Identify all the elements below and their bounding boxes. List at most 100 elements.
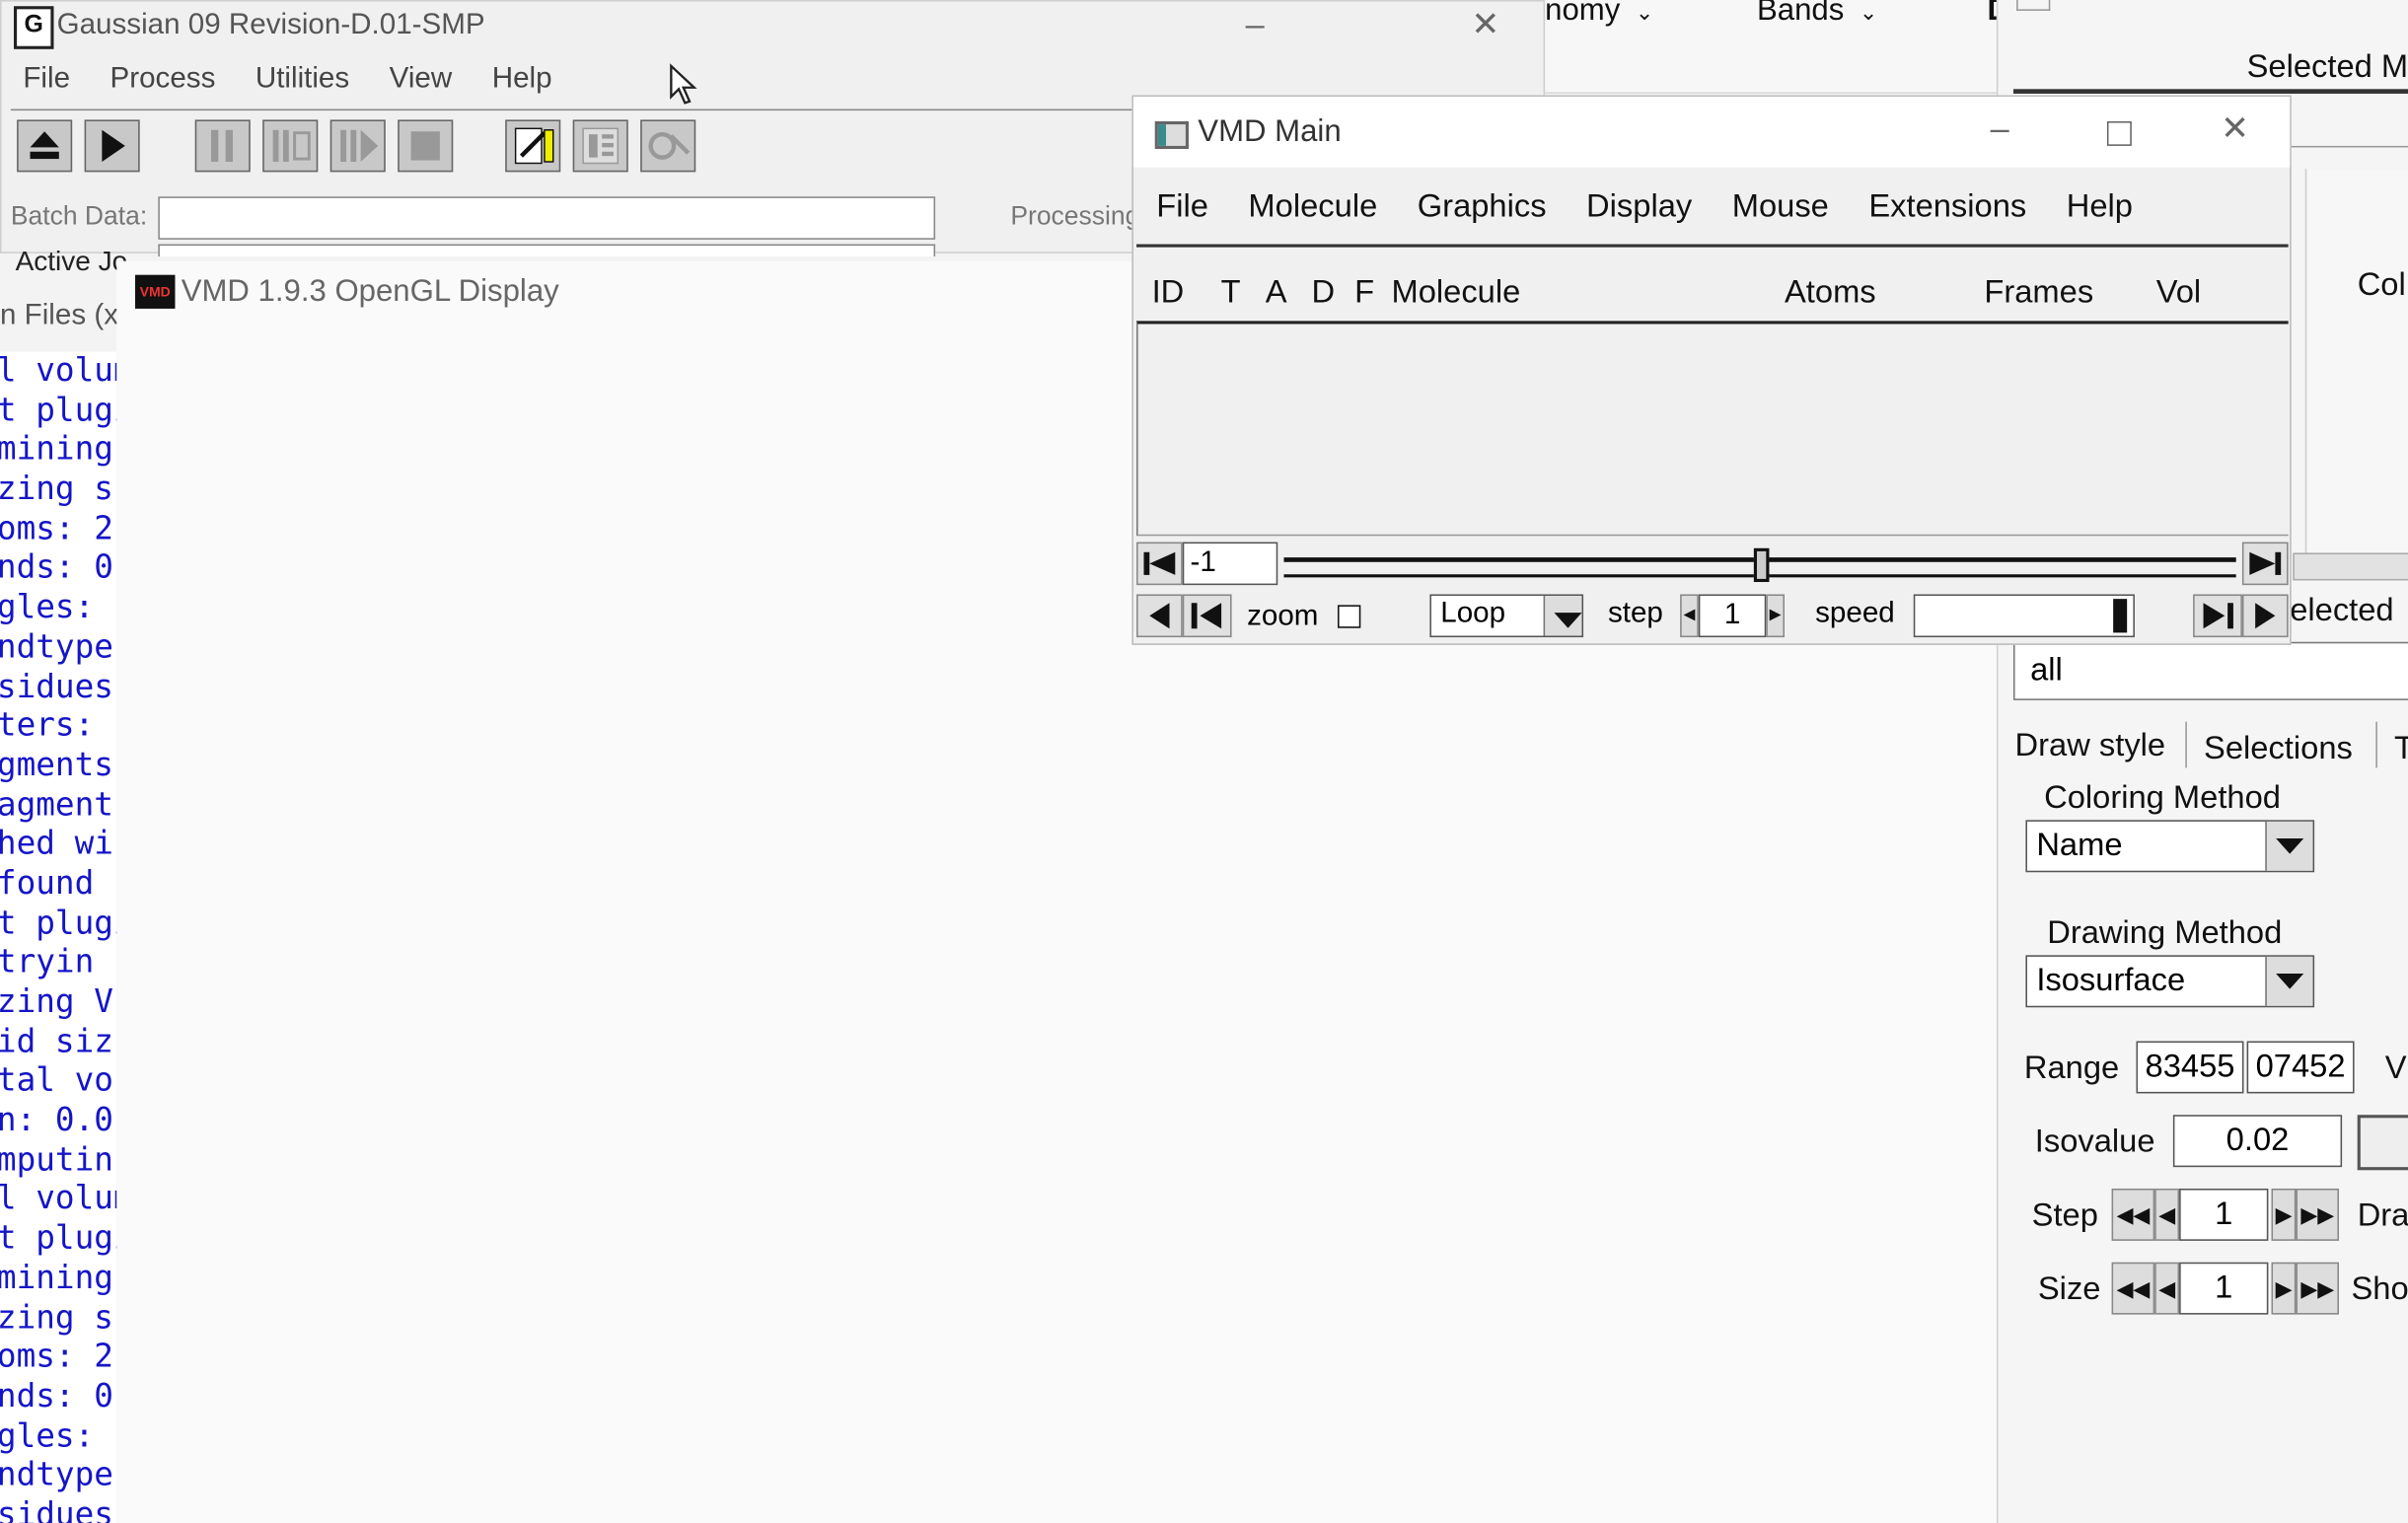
console-line: oms: 2	[0, 1338, 113, 1375]
processing-label: Processing	[1010, 200, 1140, 231]
pause-button[interactable]	[194, 119, 251, 173]
console-line: sidues	[0, 667, 113, 704]
goto-end-button[interactable]	[2241, 542, 2289, 586]
console-line: nds: 0	[0, 1377, 113, 1414]
stop-icon	[410, 131, 440, 161]
run-button[interactable]	[84, 119, 140, 173]
menu-help[interactable]: Help	[2047, 174, 2153, 245]
batch-list-button[interactable]	[572, 119, 628, 173]
top-menu-strip: nomy⌄ Bands⌄ D	[1545, 0, 2009, 94]
close-button[interactable]: ✕	[1471, 5, 1499, 44]
skip-start-icon	[1143, 551, 1176, 575]
console-line: n: 0.0	[0, 1101, 113, 1138]
eject-button[interactable]	[17, 119, 73, 173]
isovalue-slider[interactable]	[2357, 1115, 2408, 1171]
size-fast-forward-button[interactable]: ▶▶	[2296, 1262, 2340, 1315]
menu-process[interactable]: Process	[110, 63, 216, 97]
molecule-list[interactable]	[1136, 321, 2289, 537]
console-line: ndtype	[0, 627, 113, 665]
col-f: F	[1354, 274, 1375, 311]
coloring-method-select[interactable]: Name	[2025, 820, 2315, 873]
menu-extensions[interactable]: Extensions	[1849, 174, 2046, 245]
selected-molecule-label: Selected M	[2246, 48, 2408, 85]
drawing-method-select[interactable]: Isosurface	[2025, 955, 2315, 1008]
minimize-button[interactable]: –	[1246, 5, 1265, 44]
speed-slider[interactable]	[1913, 594, 2135, 638]
divider	[2290, 145, 2408, 163]
size-forward-button[interactable]: ▶	[2271, 1262, 2297, 1315]
vmd-main-window: VMD Main – ✕ File Molecule Graphics Disp…	[1131, 95, 2292, 645]
eject-icon	[30, 131, 59, 160]
menu-help[interactable]: Help	[492, 63, 552, 97]
step-back-button[interactable]: ◀	[2154, 1188, 2180, 1241]
resume-button[interactable]	[329, 119, 386, 173]
batch-data-label: Batch Data:	[10, 200, 148, 231]
vmd-logo-icon: VMD	[134, 274, 176, 309]
menu-graphics[interactable]: Graphics	[1398, 174, 1567, 245]
step-input[interactable]: 1	[2179, 1188, 2269, 1241]
loop-select[interactable]: Loop	[1429, 594, 1584, 638]
tab-trajectory[interactable]: T	[2394, 731, 2408, 767]
range-max-input[interactable]: 07452	[2246, 1041, 2355, 1094]
selected-atoms-label: elected	[2290, 592, 2394, 628]
stop-button[interactable]	[398, 119, 454, 173]
size-input[interactable]: 1	[2179, 1262, 2269, 1315]
output-files-label: n Files (x8	[0, 299, 135, 332]
close-button[interactable]: ✕	[2221, 109, 2249, 149]
size-back-button[interactable]: ◀	[2154, 1262, 2180, 1315]
scrollbar[interactable]	[2293, 552, 2408, 581]
edit-icon	[514, 127, 554, 165]
color-column-label: Col	[2357, 266, 2406, 303]
step-forward-button[interactable]	[2193, 594, 2242, 638]
rep-list[interactable]	[2304, 169, 2408, 553]
step-forward-icon	[2203, 603, 2233, 629]
menu-file[interactable]: File	[1136, 174, 1228, 245]
nomy-menu[interactable]: nomy ⌄	[1545, 0, 1653, 30]
menu-view[interactable]: View	[390, 63, 453, 97]
isovalue-input[interactable]: 0.02	[2172, 1115, 2343, 1168]
tab-draw-style[interactable]: Draw style	[2015, 728, 2166, 764]
frame-slider-handle[interactable]	[1753, 547, 1770, 583]
menu-display[interactable]: Display	[1567, 174, 1713, 245]
size-fast-back-button[interactable]: ◀◀	[2111, 1262, 2155, 1315]
step-input[interactable]: 1	[1698, 594, 1767, 638]
draw-label: Dra	[2357, 1197, 2408, 1234]
menu-utilities[interactable]: Utilities	[255, 63, 349, 97]
tab-selections[interactable]: Selections	[2204, 731, 2353, 767]
settings-button[interactable]	[640, 119, 696, 173]
menu-file[interactable]: File	[23, 63, 70, 97]
pause-after-button[interactable]	[262, 119, 319, 173]
step-fast-back-button[interactable]: ◀◀	[2111, 1188, 2155, 1241]
menu-molecule[interactable]: Molecule	[1228, 174, 1397, 245]
edit-batch-button[interactable]	[505, 119, 561, 173]
console-line: t plugi	[0, 1219, 116, 1257]
goto-start-button[interactable]	[1136, 542, 1183, 586]
col-t: T	[1220, 274, 1241, 311]
maximize-button[interactable]	[2106, 120, 2132, 146]
range-min-input[interactable]: 83455	[2136, 1041, 2244, 1094]
console-line: l volum	[0, 351, 116, 389]
selection-input[interactable]: all	[2012, 641, 2408, 700]
active-job-field[interactable]	[158, 244, 936, 256]
step-increase-button[interactable]: ▶	[1766, 594, 1786, 638]
play-reverse-button[interactable]	[1136, 594, 1183, 638]
minimize-button[interactable]: –	[1991, 109, 2009, 149]
step-forward-button[interactable]: ▶	[2271, 1188, 2297, 1241]
step-back-button[interactable]	[1182, 594, 1232, 638]
frame-input[interactable]: -1	[1182, 542, 1278, 586]
console-line: t plugi	[0, 904, 116, 941]
menu-mouse[interactable]: Mouse	[1712, 174, 1849, 245]
zoom-checkbox[interactable]	[1337, 605, 1361, 628]
batch-data-field[interactable]	[158, 196, 936, 240]
speed-label: speed	[1815, 597, 1895, 630]
speed-slider-handle[interactable]	[2113, 599, 2128, 633]
step-decrease-button[interactable]: ◀	[1680, 594, 1699, 638]
play-forward-button[interactable]	[2241, 594, 2289, 638]
console-line: mining	[0, 1259, 113, 1296]
step-fast-forward-button[interactable]: ▶▶	[2296, 1188, 2340, 1241]
console-line: t plugi	[0, 391, 116, 428]
step-label: step	[1607, 597, 1663, 630]
vmd-menu-bar: File Molecule Graphics Display Mouse Ext…	[1136, 174, 2289, 248]
bands-menu[interactable]: Bands ⌄	[1757, 0, 1877, 30]
console-line: sidues	[0, 1495, 113, 1523]
